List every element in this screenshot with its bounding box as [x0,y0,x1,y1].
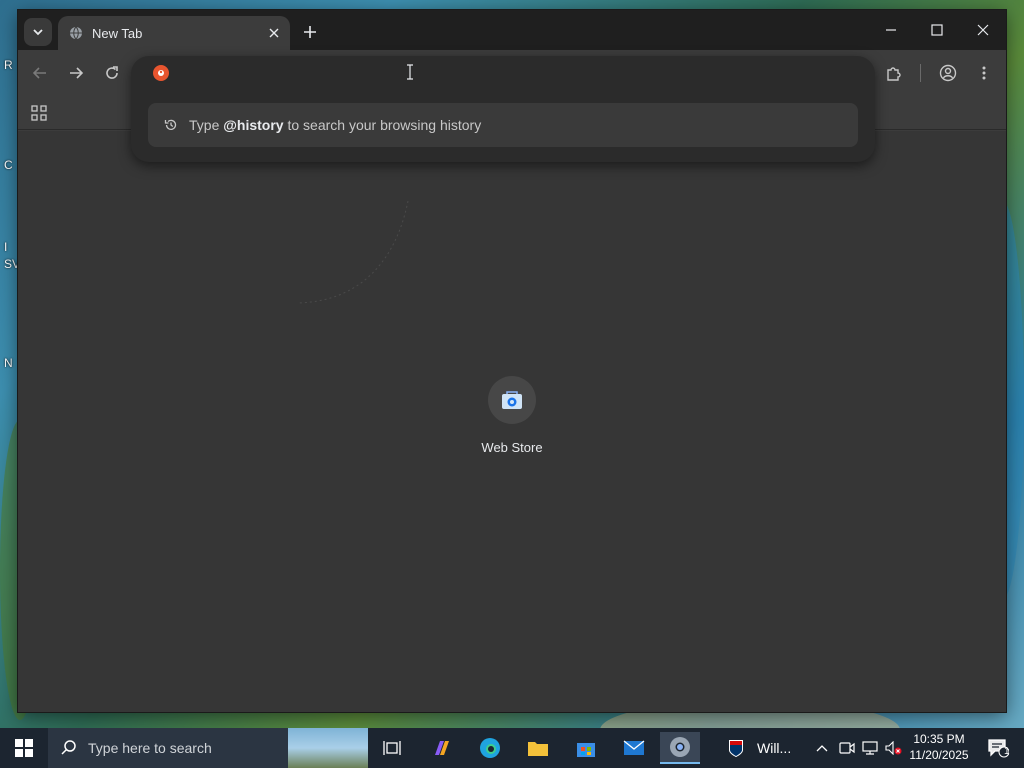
chrome-app[interactable] [660,732,700,764]
puzzle-icon [887,67,901,81]
speaker-muted-icon [885,741,902,755]
apps-button[interactable] [28,102,50,124]
microsoft-store-app[interactable] [566,732,606,764]
tab-search-button[interactable] [24,18,52,46]
show-hidden-icons-button[interactable] [812,738,832,758]
desktop-icon-label[interactable]: N [4,356,13,370]
clock-date: 11/20/2025 [909,748,969,762]
tab-strip: New Tab [18,10,1006,50]
new-tab-button[interactable] [298,20,322,44]
search-icon [61,740,76,755]
toolbar-divider [920,64,921,82]
copilot-app[interactable] [422,732,462,764]
browser-window: New Tab Web Store Type @history to searc… [18,10,1006,712]
loading-arc [297,200,409,304]
plus-icon [304,26,316,38]
news-widget-label[interactable]: Will... [757,740,791,756]
account-icon [939,64,957,82]
forward-button[interactable] [64,61,88,85]
mail-icon [623,740,645,755]
arrow-left-icon [32,67,46,79]
volume-muted-icon[interactable] [884,738,904,758]
close-icon [977,24,989,36]
chrome-icon [670,737,690,757]
chevron-down-icon [33,29,43,36]
mail-app[interactable] [614,732,654,764]
file-explorer-app[interactable] [518,732,558,764]
windows-logo-icon [15,739,33,757]
address-bar-input[interactable] [181,60,841,86]
desktop-icon-label[interactable]: R [4,58,13,72]
edge-icon [480,738,500,758]
camera-icon [839,742,855,754]
taskbar: Type here to search Will... 10:35 PM 11/… [0,728,1024,768]
search-placeholder: Type here to search [88,740,212,756]
extensions-button[interactable] [882,61,906,85]
system-clock[interactable]: 10:35 PM 11/20/2025 [902,731,976,763]
minimize-button[interactable] [876,18,906,42]
maximize-button[interactable] [922,18,952,42]
back-button[interactable] [28,61,52,85]
menu-button[interactable] [972,61,996,85]
copilot-icon [435,741,449,755]
network-icon[interactable] [860,738,880,758]
suggestion-keyword: @history [223,117,284,133]
omnibox [131,56,875,90]
omnibox-dropdown: Type @history to search your browsing hi… [131,56,875,162]
profile-button[interactable] [936,61,960,85]
start-button[interactable] [0,728,48,768]
history-icon [163,117,179,133]
close-icon[interactable] [264,23,284,43]
globe-icon [68,25,84,41]
suggestion-suffix: to search your browsing history [283,117,482,133]
folder-icon [528,742,548,756]
shortcut-web-store[interactable]: Web Store [464,376,560,455]
more-vert-icon [982,66,986,80]
search-highlight-image [288,728,368,768]
minimize-icon [886,29,896,31]
nfl-logo-icon [729,740,743,757]
new-tab-page: Web Store [18,131,1006,712]
suggestion-text: Type @history to search your browsing hi… [189,117,481,133]
text-cursor-icon [407,64,413,80]
arrow-right-icon [70,67,84,79]
edge-app[interactable] [470,732,510,764]
network-icon [862,741,878,755]
clock-time: 10:35 PM [913,732,965,746]
tab-new-tab[interactable]: New Tab [58,16,290,50]
duckduckgo-icon[interactable] [153,65,169,81]
chevron-up-icon [816,745,828,752]
close-window-button[interactable] [968,18,998,42]
news-widget-icon[interactable] [718,732,754,764]
notification-count: 1 [1004,746,1010,757]
action-center-button[interactable]: 1 [978,728,1018,768]
desktop-icon-label[interactable]: I [4,240,7,254]
omnibox-suggestion[interactable]: Type @history to search your browsing hi… [148,103,858,147]
reload-icon [106,66,118,79]
desktop-icon-label[interactable]: C [4,158,13,172]
store-icon [577,743,595,757]
task-view-icon [383,741,401,755]
taskbar-search-box[interactable]: Type here to search [48,728,368,768]
maximize-icon [931,24,943,36]
suggestion-prefix: Type [189,117,224,133]
web-store-icon [488,376,536,424]
meet-now-icon[interactable] [837,738,857,758]
apps-grid-icon [31,105,47,121]
reload-button[interactable] [100,61,124,85]
task-view-button[interactable] [372,732,412,764]
tab-title: New Tab [92,25,143,41]
shortcut-label: Web Store [481,440,543,455]
